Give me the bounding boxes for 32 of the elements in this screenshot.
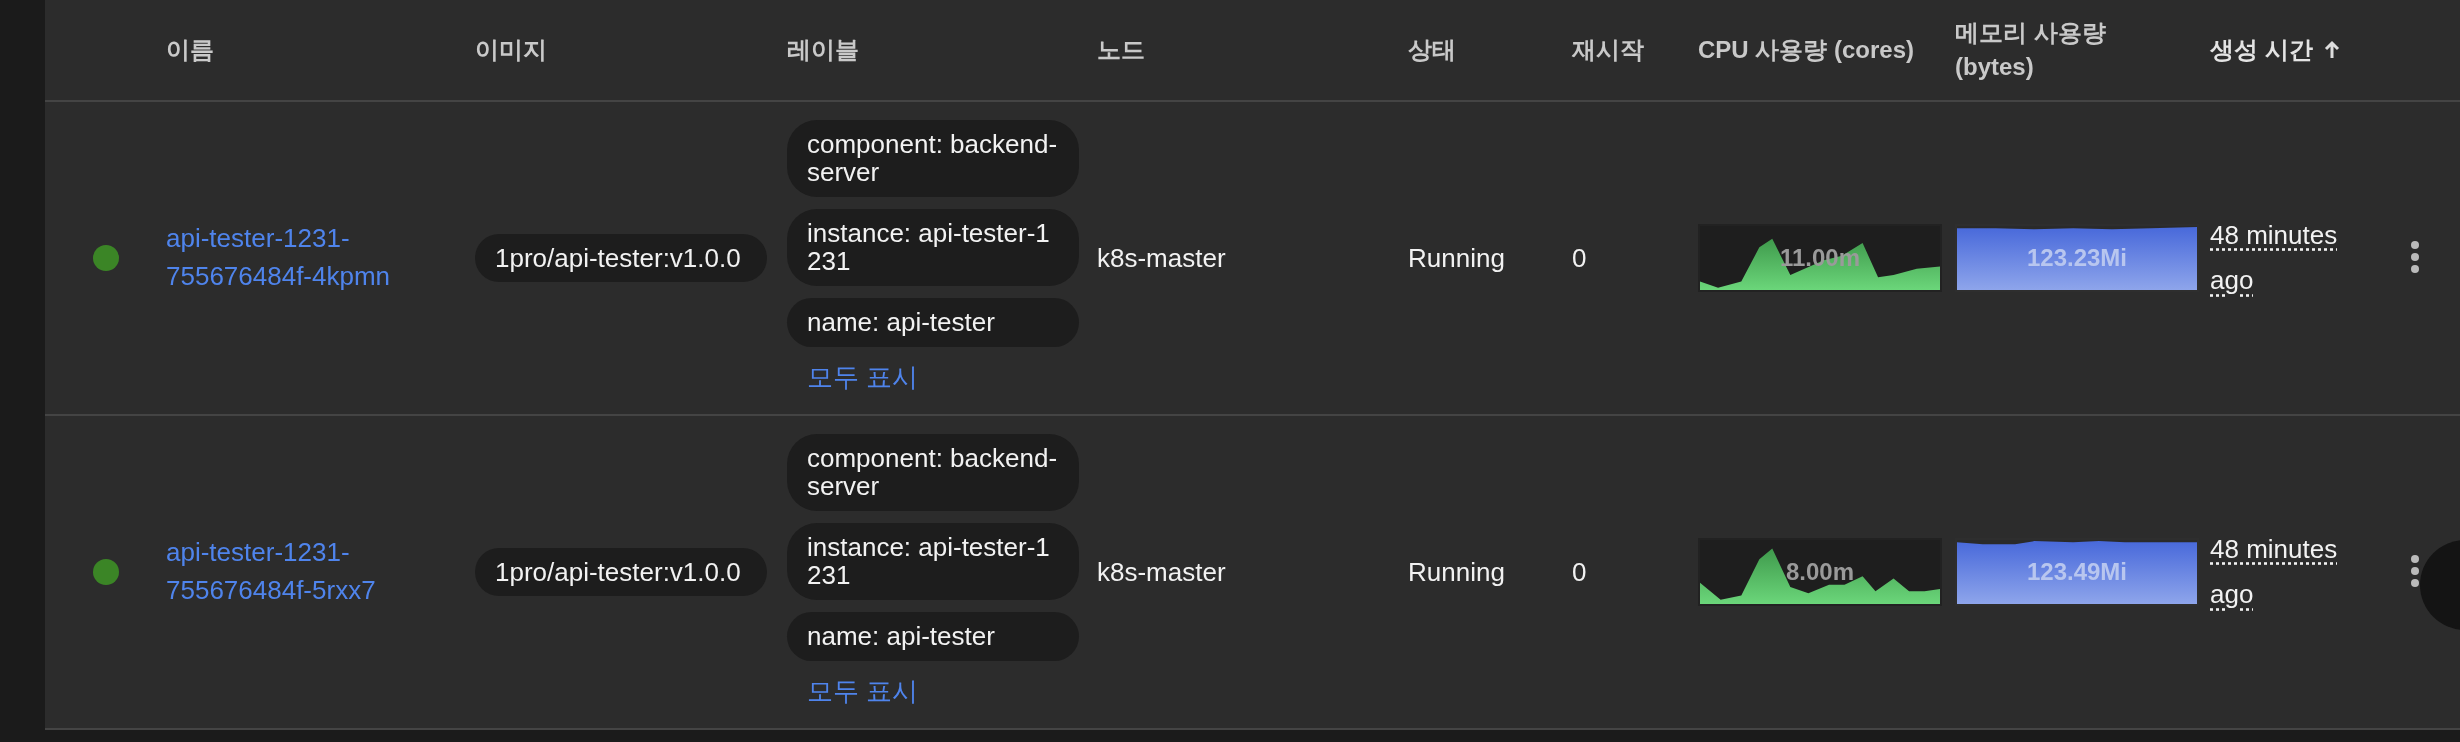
column-header[interactable]: 생성 시간	[2210, 33, 2313, 67]
column-header[interactable]: 이미지	[475, 33, 547, 67]
image-chip: 1pro/api-tester:v1.0.0	[475, 547, 767, 597]
column-header[interactable]: 메모리 사용량 (bytes)	[1955, 16, 2187, 84]
created-time: 48 minutes ago	[2210, 218, 2339, 297]
restart-count: 0	[1572, 242, 1587, 274]
label-chip: instance: api-tester-1231	[787, 208, 1079, 287]
label-chip: name: api-tester	[787, 298, 1079, 347]
label-chip: component: backend-server	[787, 119, 1079, 197]
column-header[interactable]: CPU 사용량 (cores)	[1698, 33, 1915, 67]
column-header[interactable]: 노드	[1097, 33, 1145, 67]
cpu-usage-value: 8.00m	[1785, 558, 1855, 586]
label-chip: component: backend-server	[787, 433, 1079, 511]
memory-usage-value: 123.49Mi	[2026, 558, 2128, 586]
memory-usage-value: 123.23Mi	[2026, 244, 2128, 272]
column-header[interactable]: 레이블	[787, 33, 859, 67]
label-chip: name: api-tester	[787, 612, 1079, 661]
show-all-link[interactable]: 모두 표시	[787, 672, 919, 711]
restart-count: 0	[1572, 556, 1587, 588]
column-header[interactable]: 재시작	[1572, 33, 1644, 67]
pod-name-link[interactable]: api-tester-1231-755676484f-4kpmn	[166, 220, 416, 296]
status-text: Running	[1408, 242, 1505, 274]
show-all-link[interactable]: 모두 표시	[787, 358, 919, 397]
node-name: k8s-master	[1097, 242, 1226, 274]
label-chip: instance: api-tester-1231	[787, 522, 1079, 601]
pod-name-link[interactable]: api-tester-1231-755676484f-5rxx7	[166, 534, 416, 610]
status-text: Running	[1408, 556, 1505, 588]
node-name: k8s-master	[1097, 556, 1226, 588]
column-header[interactable]: 상태	[1408, 33, 1456, 67]
image-chip: 1pro/api-tester:v1.0.0	[475, 233, 767, 283]
created-time: 48 minutes ago	[2210, 532, 2339, 611]
column-header[interactable]: 이름	[166, 33, 214, 67]
